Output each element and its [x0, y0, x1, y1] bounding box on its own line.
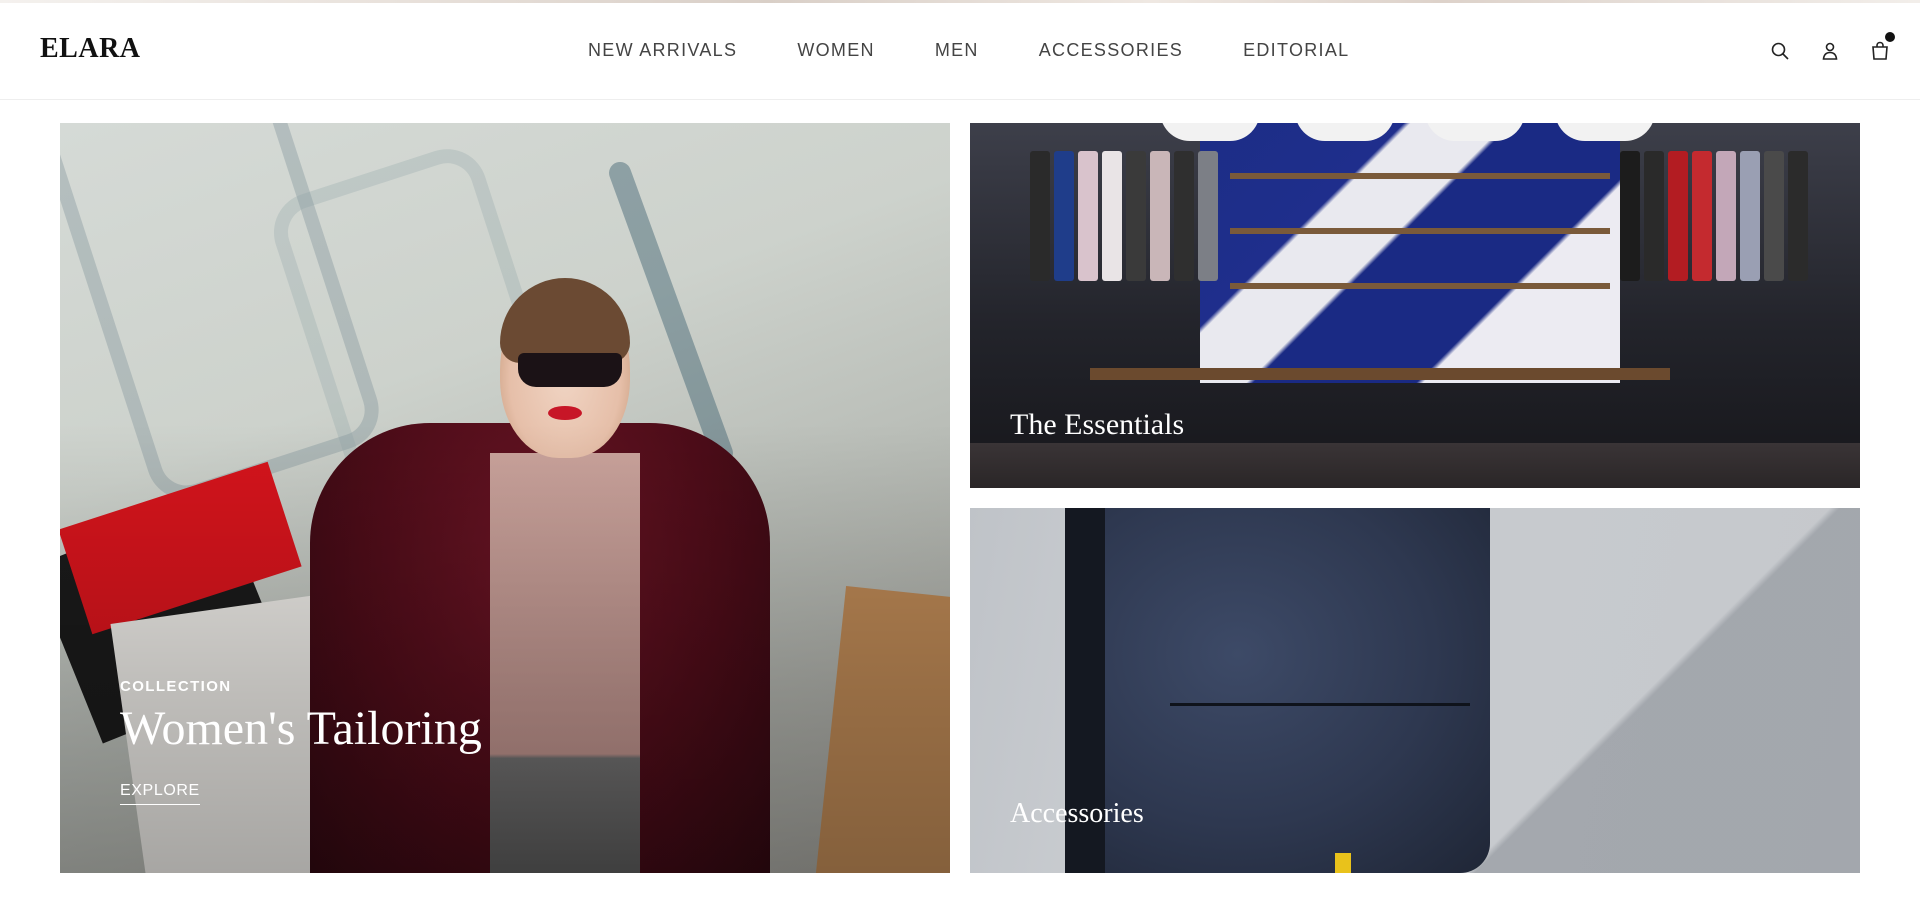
- backpack-zipper: [1170, 703, 1470, 706]
- shopping-bag-icon[interactable]: [1868, 39, 1892, 63]
- store-shelf: [1230, 228, 1610, 234]
- display-table: [1090, 368, 1670, 380]
- nav-men[interactable]: MEN: [935, 40, 979, 61]
- clothing-rack: [1620, 151, 1808, 281]
- nav-accessories[interactable]: ACCESSORIES: [1039, 40, 1183, 61]
- search-icon[interactable]: [1768, 39, 1792, 63]
- site-header: ELARA NEW ARRIVALS WOMEN MEN ACCESSORIES…: [0, 3, 1920, 100]
- backpack-tag: [1335, 853, 1351, 873]
- header-actions: [1720, 32, 1920, 63]
- nav-new-arrivals[interactable]: NEW ARRIVALS: [588, 40, 737, 61]
- background-wall-art: [605, 158, 737, 468]
- nav-women[interactable]: WOMEN: [797, 40, 875, 61]
- explore-link[interactable]: EXPLORE: [120, 782, 200, 805]
- store-shelf: [1230, 283, 1610, 289]
- hero-copy: COLLECTION Women's Tailoring EXPLORE: [120, 678, 482, 805]
- tile-title-accessories: Accessories: [1010, 798, 1144, 829]
- hero-eyebrow: COLLECTION: [120, 678, 232, 695]
- clothing-rack: [1030, 151, 1218, 281]
- main-nav: NEW ARRIVALS WOMEN MEN ACCESSORIES EDITO…: [588, 40, 1349, 61]
- tile-the-essentials[interactable]: The Essentials: [970, 123, 1860, 488]
- model-lips: [548, 406, 582, 420]
- store-floor: [970, 443, 1860, 488]
- brand-logo[interactable]: ELARA: [40, 33, 141, 65]
- nav-editorial[interactable]: EDITORIAL: [1243, 40, 1349, 61]
- user-icon[interactable]: [1818, 39, 1842, 63]
- cart-indicator-dot: [1885, 32, 1895, 42]
- store-shelf: [1230, 173, 1610, 179]
- tile-accessories[interactable]: Accessories: [970, 508, 1860, 873]
- hero-tile-womens-tailoring[interactable]: COLLECTION Women's Tailoring EXPLORE: [60, 123, 950, 873]
- wall-shadow: [1470, 508, 1860, 873]
- store-wall-graphic: [1200, 123, 1620, 383]
- image-overlay: [60, 423, 950, 873]
- tile-title-essentials: The Essentials: [1010, 408, 1185, 441]
- hero-title: Women's Tailoring: [120, 702, 482, 755]
- model-sunglasses: [518, 353, 622, 387]
